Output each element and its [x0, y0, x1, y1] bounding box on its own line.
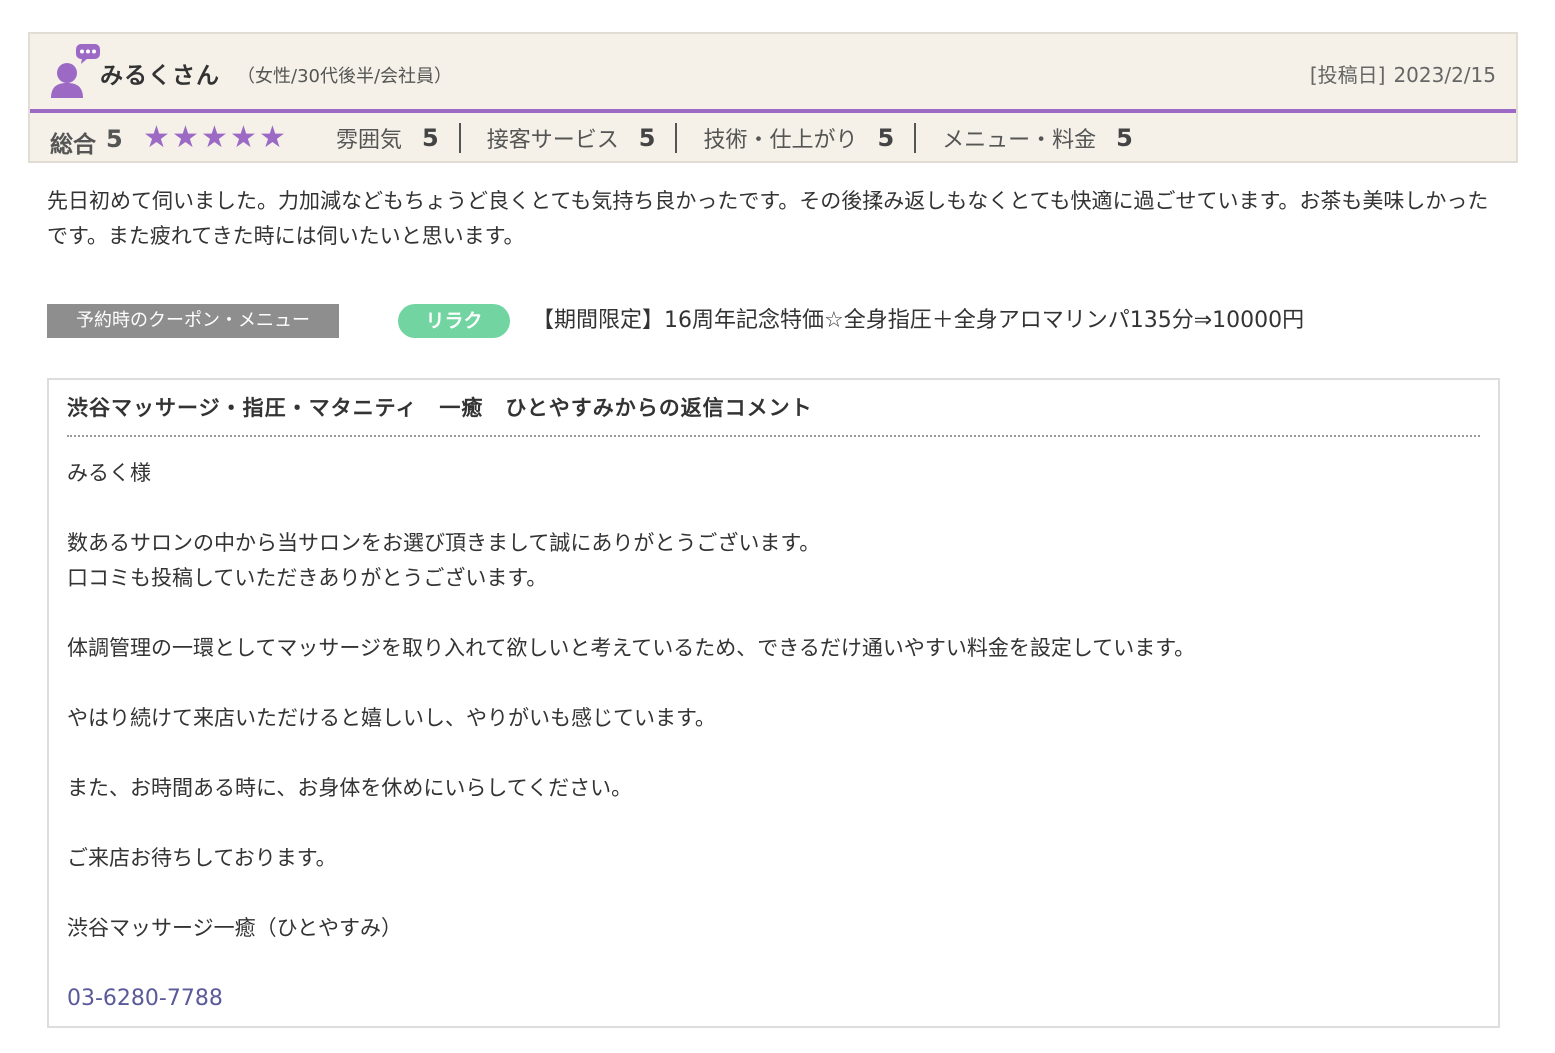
rating-atmosphere: 雰囲気 5	[336, 123, 459, 153]
rating-service: 接客サービス 5	[458, 123, 676, 153]
reply-body: みるく様 数あるサロンの中から当サロンをお選び頂きまして誠にありがとうございます…	[67, 456, 1467, 1016]
rating-score: 5	[877, 124, 895, 152]
reply-line	[67, 736, 1467, 771]
rating-score: 5	[1116, 124, 1133, 152]
category-ratings: 雰囲気 5 接客サービス 5 技術・仕上がり 5 メニュー・料金 5	[336, 121, 1153, 155]
phone-number-link[interactable]: 03-6280-7788	[67, 981, 223, 1016]
reply-line: 口コミも投稿していただきありがとうございます。	[67, 566, 548, 590]
post-date-value: 2023/2/15	[1393, 63, 1496, 87]
rating-technique: 技術・仕上がり 5	[675, 123, 914, 153]
reply-line	[67, 666, 1467, 701]
rating-score: 5	[638, 124, 656, 152]
rating-menu-price: メニュー・料金 5	[914, 123, 1153, 153]
reply-line: また、お時間ある時に、お身体を休めにいらしてください。	[67, 776, 633, 800]
reply-line	[67, 596, 1467, 631]
rating-label: 技術・仕上がり	[703, 128, 858, 153]
reply-line: 体調管理の一環としてマッサージを取り入れて欲しいと考えているため、できるだけ通い…	[67, 636, 1196, 660]
rating-label: 接客サービス	[486, 128, 619, 153]
reply-line	[67, 946, 1467, 981]
star-icon: ★	[143, 120, 170, 155]
reviewer-name: みるくさん	[100, 63, 220, 89]
reply-line: 数あるサロンの中から当サロンをお選び頂きまして誠にありがとうございます。	[67, 531, 821, 555]
user-speech-bubble-icon	[51, 44, 100, 98]
overall-rating-score: 5	[106, 125, 123, 153]
overall-rating-label: 総合	[50, 132, 96, 158]
reply-line	[67, 806, 1467, 841]
rating-label: 雰囲気	[336, 128, 403, 153]
coupon-menu-text: 【期間限定】16周年記念特価☆全身指圧＋全身アロマリンパ135分⇒10000円	[532, 308, 1305, 333]
rating-label: メニュー・料金	[942, 128, 1097, 153]
coupon-label: 予約時のクーポン・メニュー	[47, 304, 339, 338]
reviewer-profile: （女性/30代後半/会社員）	[237, 66, 453, 87]
star-rating: ★★★★★	[142, 121, 287, 155]
post-date-label: [投稿日]	[1309, 63, 1386, 87]
reply-divider	[67, 435, 1480, 437]
review-text: 先日初めて伺いました。力加減などもちょうど良くとても気持ち良かったです。その後揉…	[47, 189, 1489, 248]
post-date: [投稿日] 2023/2/15	[1310, 59, 1496, 88]
reviewer-row: みるくさん （女性/30代後半/会社員） [投稿日] 2023/2/15	[30, 34, 1516, 113]
reply-line: みるく様	[67, 461, 151, 485]
star-icon: ★	[201, 120, 228, 155]
rating-score: 5	[422, 124, 439, 152]
star-icon: ★	[172, 120, 199, 155]
reply-line: 渋谷マッサージ一癒（ひとやすみ）	[67, 916, 402, 940]
reply-line: ご来店お待ちしております。	[67, 846, 337, 870]
reply-line: やはり続けて来店いただけると嬉しいし、やりがいも感じています。	[67, 706, 716, 730]
coupon-category-badge: リラク	[398, 304, 510, 338]
star-icon: ★	[230, 120, 257, 155]
star-icon: ★	[259, 120, 286, 155]
review-header: みるくさん （女性/30代後半/会社員） [投稿日] 2023/2/15 総合 5…	[28, 32, 1518, 163]
reply-title: 渋谷マッサージ・指圧・マタニティ 一癒 ひとやすみからの返信コメント	[67, 396, 813, 420]
reply-line	[67, 491, 1467, 526]
rating-row: 総合 5 ★★★★★ 雰囲気 5 接客サービス 5 技術・仕上がり 5 メニュー…	[30, 113, 1516, 163]
reply-line	[67, 876, 1467, 911]
salon-reply: 渋谷マッサージ・指圧・マタニティ 一癒 ひとやすみからの返信コメント みるく様 …	[47, 378, 1500, 1028]
